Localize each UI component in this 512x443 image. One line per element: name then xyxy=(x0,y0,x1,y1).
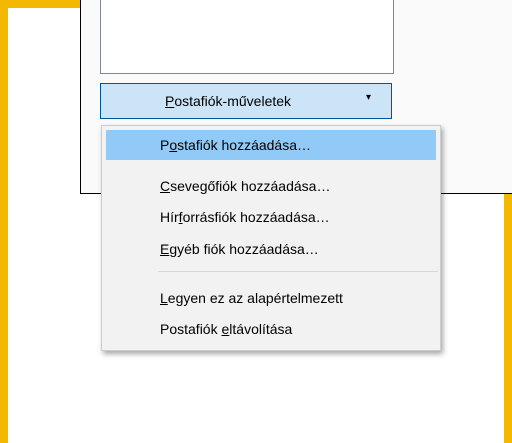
menu-item-set-default[interactable]: Legyen ez az alapértelmezett xyxy=(106,283,436,313)
menu-item-add-mail-account[interactable]: Postafiók hozzáadása… xyxy=(106,130,436,160)
menu-item-add-chat-account[interactable]: Csevegőfiók hozzáadása… xyxy=(106,171,436,201)
menu-item-text: Postafiók xyxy=(160,321,222,337)
accelerator-letter: P xyxy=(164,93,175,109)
menu-item-text: egyen ez az alapértelmezett xyxy=(167,290,343,306)
menu-item-add-feed-account[interactable]: Hírforrásfiók hozzáadása… xyxy=(106,202,436,232)
menu-item-accel: o xyxy=(169,137,178,153)
account-actions-button[interactable]: Postafiók-műveletek ▾ xyxy=(100,83,392,119)
menu-item-text: gyéb fiók hozzáadása… xyxy=(169,241,319,257)
menu-separator xyxy=(158,271,438,272)
menu-item-accel: E xyxy=(160,241,170,257)
menu-item-accel: C xyxy=(160,178,171,194)
frame-left-border xyxy=(0,0,8,443)
menu-item-text: P xyxy=(160,137,170,153)
menu-item-text: Hír xyxy=(160,209,179,225)
menu-item-remove-account[interactable]: Postafiók eltávolítása xyxy=(106,314,436,344)
menu-item-text: ltávolítása xyxy=(229,321,293,337)
menu-item-accel: L xyxy=(160,290,168,306)
menu-item-text: sevegőfiók hozzáadása… xyxy=(170,178,331,194)
chevron-down-icon: ▾ xyxy=(365,92,371,103)
menu-item-text: stafiók hozzáadása… xyxy=(177,137,311,153)
account-actions-menu: Postafiók hozzáadása… Csevegőfiók hozzáa… xyxy=(101,125,441,351)
menu-item-add-other-account[interactable]: Egyéb fiók hozzáadása… xyxy=(106,234,436,264)
label-text: ostafiók-műveletek xyxy=(174,93,292,109)
menu-item-text: orrásfiók hozzáadása… xyxy=(182,209,330,225)
account-actions-label: Postafiók-műveletek xyxy=(165,93,291,109)
account-list[interactable] xyxy=(100,0,394,74)
